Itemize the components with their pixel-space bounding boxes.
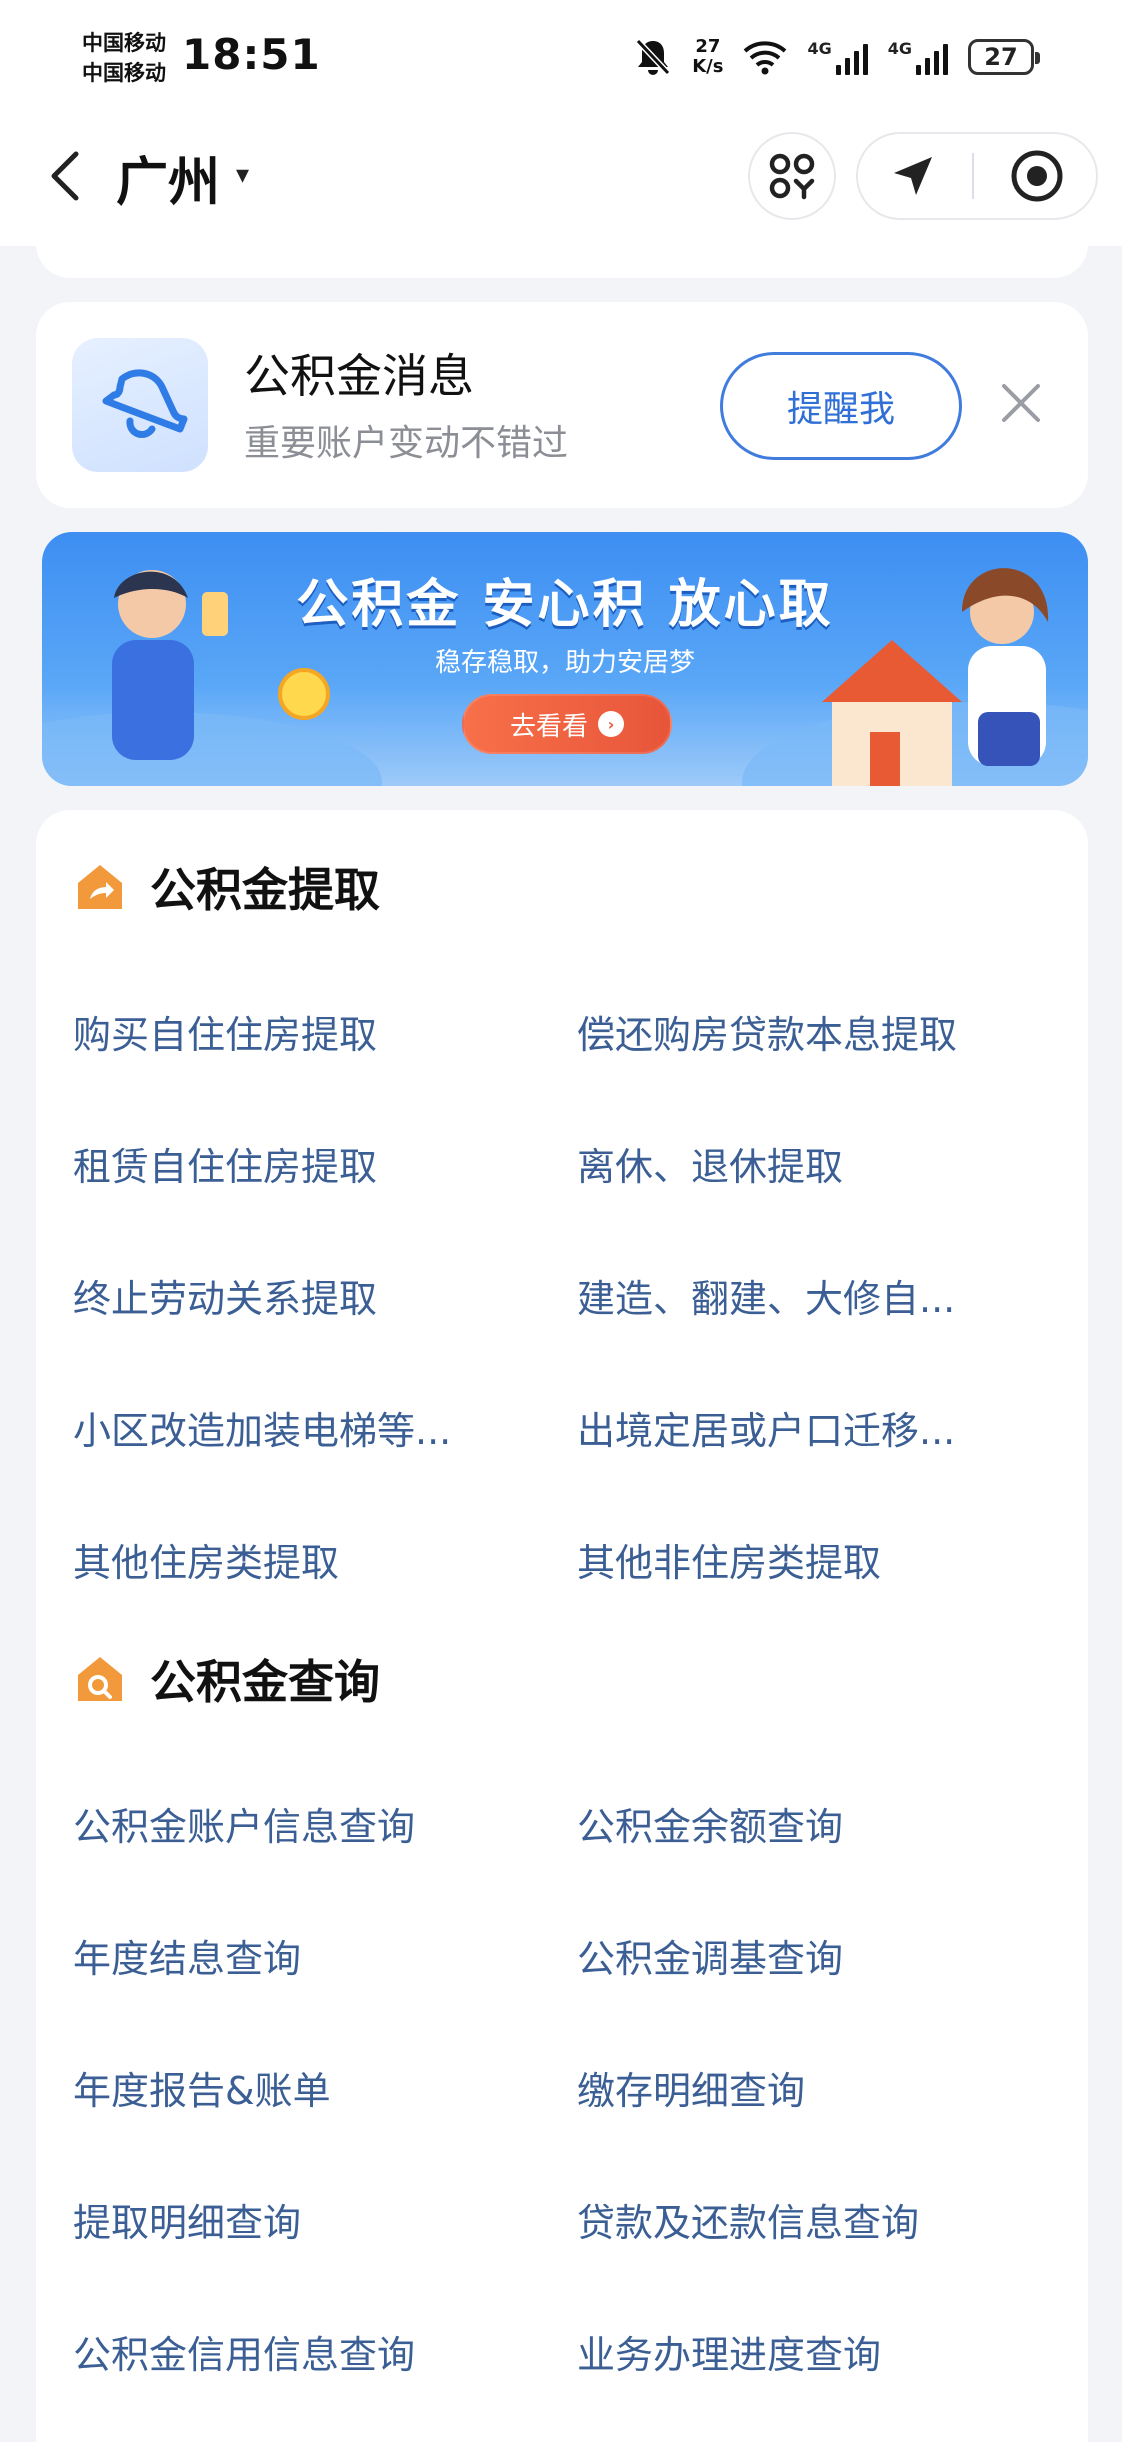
house-search-icon [78, 1657, 122, 1701]
withdraw-item[interactable]: 建造、翻建、大修自... [577, 1268, 955, 1323]
remind-me-button[interactable]: 提醒我 [720, 352, 962, 460]
scan-button[interactable] [748, 132, 836, 220]
chevron-right-icon: › [598, 711, 624, 737]
clock: 18:51 [182, 30, 321, 79]
withdraw-item[interactable]: 出境定居或户口迁移... [577, 1400, 955, 1455]
withdraw-item[interactable]: 其他住房类提取 [73, 1532, 339, 1587]
query-item[interactable]: 缴存明细查询 [577, 2060, 805, 2115]
promo-banner[interactable]: 公积金 安心积 放心取 稳存稳取，助力安居梦 去看看 › [42, 532, 1088, 786]
notice-card: 公积金消息 重要账户变动不错过 提醒我 [36, 302, 1088, 508]
battery-level: 27 [984, 43, 1018, 71]
query-section-header: 公积金查询 [74, 1646, 380, 1712]
close-icon[interactable] [996, 378, 1046, 428]
query-item[interactable]: 公积金余额查询 [577, 1796, 843, 1851]
query-item[interactable]: 贷款及还款信息查询 [577, 2192, 919, 2247]
notice-subtitle: 重要账户变动不错过 [244, 423, 569, 464]
withdraw-section-header: 公积金提取 [74, 854, 380, 920]
notice-icon-tile [72, 338, 208, 472]
signal-2-label: 4G [887, 39, 912, 58]
carrier-2: 中国移动 [82, 61, 166, 85]
query-item[interactable]: 公积金调基查询 [577, 1928, 843, 1983]
location-arrow-icon[interactable] [890, 153, 936, 199]
chevron-down-icon[interactable]: ▾ [236, 160, 249, 190]
city-selector[interactable]: 广州 [116, 140, 220, 215]
signal-2-icon: 4G [888, 39, 948, 75]
wifi-icon [744, 41, 787, 75]
withdraw-item[interactable]: 购买自住住房提取 [73, 1004, 377, 1059]
location-capsule [856, 132, 1098, 220]
mute-bell-icon [636, 38, 671, 76]
battery-icon: 27 [968, 39, 1040, 75]
withdraw-section-title: 公积金提取 [150, 863, 380, 917]
withdraw-item[interactable]: 其他非住房类提取 [577, 1532, 881, 1587]
target-icon[interactable] [1010, 149, 1064, 203]
banner-subtitle: 稳存稳取，助力安居梦 [434, 648, 695, 678]
carrier-1: 中国移动 [82, 31, 166, 55]
scan-icon [769, 153, 815, 200]
status-bar: 中国移动 中国移动 18:51 27 K/s 4G 4G 27 [0, 0, 1122, 118]
net-speed-unit: K/s [692, 56, 724, 77]
services-card: 公积金提取 购买自住住房提取 偿还购房贷款本息提取 租赁自住住房提取 离休、退休… [36, 810, 1088, 2442]
query-item[interactable]: 业务办理进度查询 [577, 2324, 881, 2379]
status-icons: 27 K/s 4G 4G 27 [634, 34, 1040, 80]
signal-1-label: 4G [807, 39, 832, 58]
back-chevron-icon[interactable] [38, 146, 98, 206]
carrier-labels: 中国移动 中国移动 [82, 28, 166, 88]
net-speed-value: 27 [695, 36, 721, 57]
withdraw-item[interactable]: 离休、退休提取 [577, 1136, 843, 1191]
signal-1-icon: 4G [807, 39, 868, 75]
withdraw-item[interactable]: 偿还购房贷款本息提取 [577, 1004, 957, 1059]
banner-button-label: 去看看 [509, 711, 588, 742]
net-speed: 27 K/s [692, 37, 723, 77]
query-item[interactable]: 公积金账户信息查询 [73, 1796, 415, 1851]
house-share-icon [78, 865, 122, 909]
notice-title: 公积金消息 [244, 349, 474, 403]
banner-go-button[interactable]: 去看看 › [462, 694, 672, 754]
capsule-divider [972, 153, 974, 199]
query-section-title: 公积金查询 [150, 1655, 380, 1709]
withdraw-item[interactable]: 终止劳动关系提取 [73, 1268, 377, 1323]
query-item[interactable]: 年度结息查询 [73, 1928, 301, 1983]
previous-card [36, 220, 1088, 278]
query-item[interactable]: 公积金信用信息查询 [73, 2324, 415, 2379]
withdraw-item[interactable]: 小区改造加装电梯等... [73, 1400, 451, 1455]
query-item[interactable]: 提取明细查询 [73, 2192, 301, 2247]
bell-icon [102, 369, 188, 438]
banner-title: 公积金 安心积 放心取 [296, 575, 834, 635]
query-item[interactable]: 年度报告&账单 [73, 2060, 331, 2115]
withdraw-item[interactable]: 租赁自住住房提取 [73, 1136, 377, 1191]
